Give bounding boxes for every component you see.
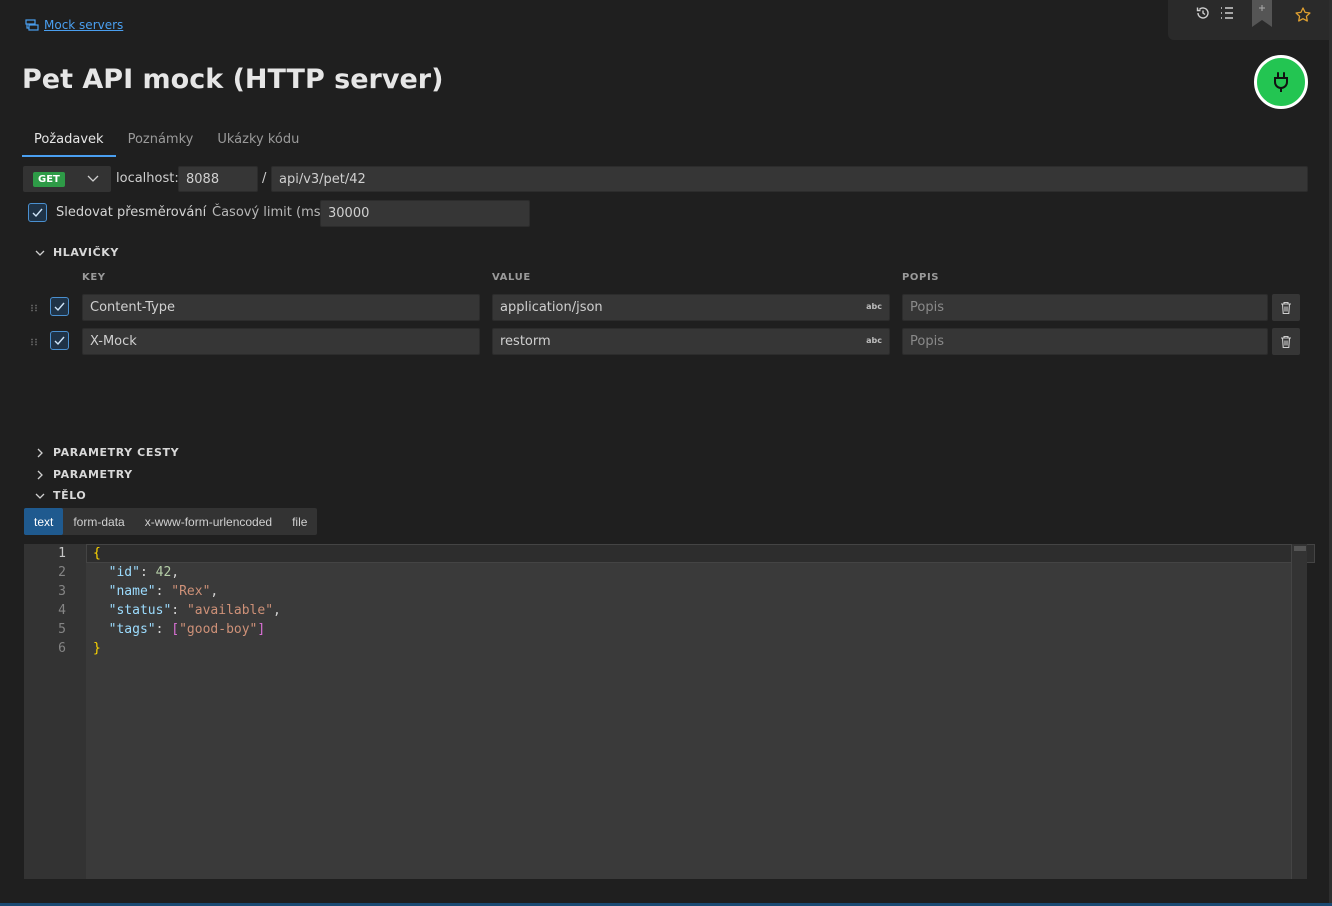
delete-header-button[interactable] [1272, 328, 1300, 355]
chevron-down-icon [87, 175, 99, 182]
tab-request[interactable]: Požadavek [22, 130, 116, 157]
column-description: POPIS [902, 272, 940, 283]
trash-icon [1281, 335, 1291, 348]
header-description-input[interactable]: Popis [902, 294, 1268, 321]
section-headers-toggle[interactable]: HLAVIČKY [35, 246, 119, 259]
breadcrumb-link-mock-servers[interactable]: Mock servers [44, 18, 123, 32]
line-number: 5 [58, 622, 66, 637]
line-number: 6 [58, 641, 66, 656]
list-icon[interactable] [1218, 4, 1236, 22]
code-line: { [93, 546, 101, 561]
header-enabled-checkbox[interactable] [50, 331, 69, 350]
body-type-form-data[interactable]: form-data [63, 508, 134, 535]
trash-icon [1281, 301, 1291, 314]
column-value: VALUE [492, 272, 531, 283]
follow-redirects-checkbox[interactable] [28, 203, 47, 222]
chevron-right-icon [37, 448, 43, 457]
chevron-down-icon [35, 493, 45, 499]
code-line: "tags": ["good-boy"] [108, 622, 266, 637]
section-path-params-label: PARAMETRY CESTY [53, 446, 180, 459]
line-number-gutter: 1 2 3 4 5 6 [24, 544, 86, 879]
code-line: } [93, 641, 101, 656]
method-badge: GET [33, 171, 65, 187]
server-icon [24, 17, 40, 33]
section-headers-label: HLAVIČKY [53, 246, 119, 259]
header-value-text: restorm [500, 334, 551, 349]
line-number: 2 [58, 565, 66, 580]
check-icon [54, 302, 65, 312]
vertical-scrollbar[interactable] [1291, 544, 1307, 879]
header-description-input[interactable]: Popis [902, 328, 1268, 355]
timeout-input[interactable]: 30000 [320, 200, 530, 227]
check-icon [32, 208, 43, 218]
drag-handle-icon[interactable] [30, 304, 38, 312]
section-params-toggle[interactable]: PARAMETRY [35, 468, 133, 481]
request-tabs: Požadavek Poznámky Ukázky kódu [22, 130, 311, 157]
value-type-badge[interactable]: abc [866, 302, 882, 311]
follow-redirects-label: Sledovat přesměrování [56, 205, 207, 220]
body-type-urlencoded[interactable]: x-www-form-urlencoded [135, 508, 282, 535]
code-line: "id": 42, [108, 565, 180, 580]
power-toggle-button[interactable] [1254, 55, 1308, 109]
method-select[interactable]: GET [23, 166, 111, 192]
check-icon [54, 336, 65, 346]
top-toolbar [1168, 0, 1330, 40]
section-params-label: PARAMETRY [53, 468, 133, 481]
code-line: "status": "available", [108, 603, 281, 618]
line-number: 4 [58, 603, 66, 618]
drag-handle-icon[interactable] [30, 338, 38, 346]
plug-icon [1270, 71, 1292, 93]
section-body-label: TĚLO [53, 489, 87, 502]
section-path-params-toggle[interactable]: PARAMETRY CESTY [35, 446, 179, 459]
path-input[interactable]: api/v3/pet/42 [271, 166, 1308, 192]
star-icon[interactable] [1294, 6, 1312, 24]
tab-notes[interactable]: Poznámky [116, 130, 206, 157]
line-number: 3 [58, 584, 66, 599]
body-type-tabs: text form-data x-www-form-urlencoded fil… [24, 508, 318, 535]
column-key: KEY [82, 272, 106, 283]
delete-header-button[interactable] [1272, 294, 1300, 321]
header-value-input[interactable]: restorm abc [492, 328, 890, 355]
timeout-label: Časový limit (ms) [212, 205, 326, 220]
line-number: 1 [58, 546, 66, 561]
path-separator: / [262, 171, 267, 186]
scrollbar-thumb[interactable] [1294, 546, 1306, 551]
value-type-badge[interactable]: abc [866, 336, 882, 345]
bookmark-icon[interactable] [1252, 0, 1272, 27]
page-title: Pet API mock (HTTP server) [22, 64, 444, 95]
header-key-input[interactable]: X-Mock [82, 328, 480, 355]
body-type-file[interactable]: file [282, 508, 317, 535]
chevron-right-icon [37, 470, 43, 479]
breadcrumb: Mock servers [24, 17, 123, 33]
code-line: "name": "Rex", [108, 584, 219, 599]
header-value-input[interactable]: application/json abc [492, 294, 890, 321]
history-icon[interactable] [1194, 4, 1212, 22]
chevron-down-icon [35, 250, 45, 256]
header-value-text: application/json [500, 300, 603, 315]
host-label: localhost: [116, 171, 179, 186]
body-type-text[interactable]: text [24, 508, 64, 535]
tab-code-samples[interactable]: Ukázky kódu [205, 130, 311, 157]
section-body-toggle[interactable]: TĚLO [35, 489, 86, 502]
header-key-input[interactable]: Content-Type [82, 294, 480, 321]
current-line-highlight [86, 544, 1315, 563]
port-input[interactable]: 8088 [178, 166, 258, 192]
body-code-editor[interactable]: 1 2 3 4 5 6 { "id": 42, "name": "Rex", "… [24, 544, 1315, 879]
header-enabled-checkbox[interactable] [50, 297, 69, 316]
